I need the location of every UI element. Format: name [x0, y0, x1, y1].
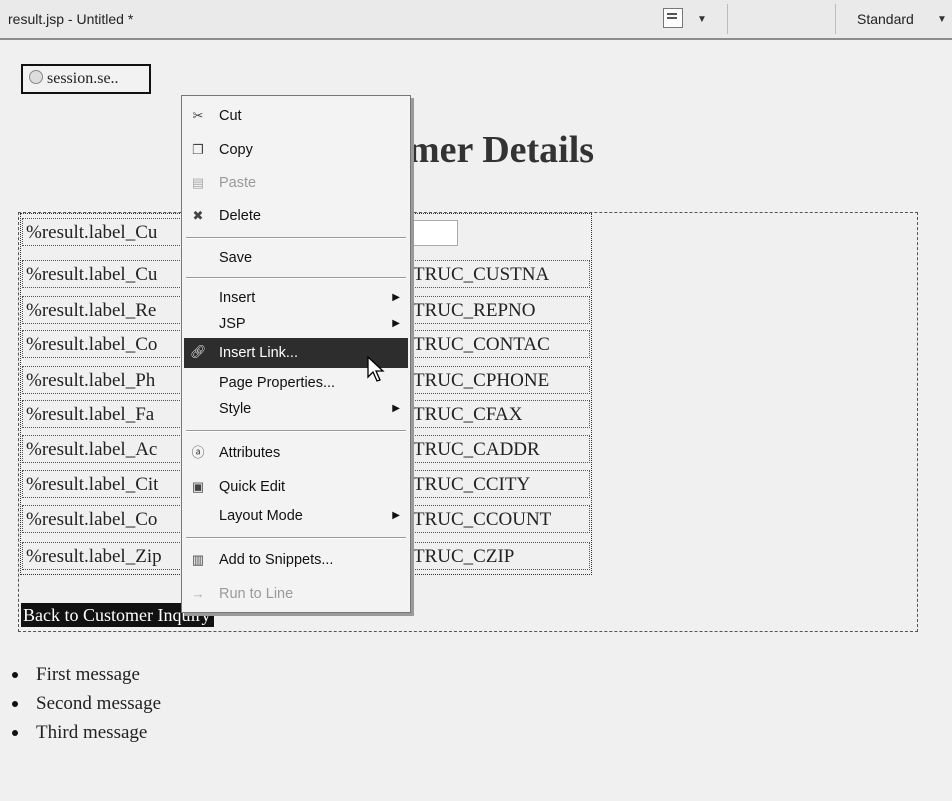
delete-icon: ✖	[192, 208, 204, 223]
view-mode-dropdown[interactable]: Standard	[857, 11, 914, 27]
submenu-arrow-icon: ▶	[392, 292, 400, 303]
list-item: Second message	[12, 689, 161, 718]
menu-item-run-to-line[interactable]: → Run to Line	[184, 580, 408, 608]
chevron-down-icon[interactable]: ▼	[697, 14, 707, 25]
submenu-arrow-icon: ▶	[392, 318, 400, 329]
submenu-arrow-icon: ▶	[392, 403, 400, 414]
menu-item-insert[interactable]: Insert ▶	[184, 284, 408, 312]
menu-item-cut[interactable]: ✂ Cut	[184, 102, 408, 130]
menu-separator	[186, 430, 406, 432]
mouse-pointer-icon	[367, 356, 385, 382]
link-icon: 🔗︎	[190, 344, 207, 359]
paste-icon: ▤	[191, 175, 205, 190]
toolbar-separator	[835, 4, 836, 34]
toolbar-separator	[727, 4, 728, 34]
page-icon[interactable]	[663, 8, 683, 28]
menu-item-copy[interactable]: ❐ Copy	[184, 136, 408, 164]
quick-edit-icon: ▣	[191, 479, 205, 494]
message-list: First message Second message Third messa…	[12, 660, 161, 747]
editor-tab-bar: result.jsp - Untitled * ▼ Standard ▼	[0, 0, 952, 40]
row-value[interactable]: TRUC_CADDR	[408, 435, 590, 463]
menu-item-style[interactable]: Style ▶	[184, 395, 408, 423]
bullet-icon	[12, 672, 18, 678]
row-value[interactable]: TRUC_CONTAC	[408, 330, 590, 358]
menu-item-delete[interactable]: ✖ Delete	[184, 202, 408, 230]
row-value[interactable]: TRUC_CCOUNT	[408, 505, 590, 533]
row-label[interactable]: %result.label_Zip	[22, 542, 192, 570]
row-value[interactable]: TRUC_CPHONE	[408, 366, 590, 394]
menu-item-save[interactable]: Save	[184, 244, 408, 272]
bullet-icon	[12, 701, 18, 707]
menu-item-layout-mode[interactable]: Layout Mode ▶	[184, 502, 408, 530]
menu-item-paste[interactable]: ▤ Paste	[184, 169, 408, 197]
row-label[interactable]: %result.label_Cu	[22, 260, 192, 288]
attributes-icon: ⓐ	[191, 445, 205, 460]
row-value[interactable]: TRUC_CZIP	[408, 542, 590, 570]
context-menu: ✂ Cut ❐ Copy ▤ Paste ✖ Delete Save Inser…	[181, 95, 411, 613]
row-label[interactable]: %result.label_Ph	[22, 366, 192, 394]
row-label[interactable]: %result.label_Re	[22, 296, 192, 324]
row-label[interactable]: %result.label_Cit	[22, 470, 192, 498]
row-value[interactable]: TRUC_CUSTNA	[408, 260, 590, 288]
menu-separator	[186, 277, 406, 279]
menu-item-quick-edit[interactable]: ▣ Quick Edit	[184, 473, 408, 501]
row-value[interactable]: TRUC_REPNO	[408, 296, 590, 324]
session-tag-label: session.se..	[47, 70, 119, 87]
snippets-icon: ▥	[191, 552, 205, 567]
row-label[interactable]: %result.label_Cu	[22, 218, 192, 246]
customer-number-input[interactable]	[408, 220, 458, 246]
gear-icon	[29, 70, 43, 84]
menu-separator	[186, 237, 406, 239]
message-text: First message	[36, 664, 140, 685]
row-label[interactable]: %result.label_Ac	[22, 435, 192, 463]
bullet-icon	[12, 730, 18, 736]
row-label[interactable]: %result.label_Fa	[22, 400, 192, 428]
row-value[interactable]: TRUC_CFAX	[408, 400, 590, 428]
copy-icon: ❐	[192, 142, 204, 157]
row-value[interactable]: TRUC_CCITY	[408, 470, 590, 498]
submenu-arrow-icon: ▶	[392, 510, 400, 521]
page-heading: mer Details	[408, 129, 595, 171]
list-item: Third message	[12, 718, 161, 747]
message-text: Second message	[36, 693, 162, 714]
message-text: Third message	[36, 722, 148, 743]
menu-item-jsp[interactable]: JSP ▶	[184, 310, 408, 338]
menu-separator	[186, 537, 406, 539]
chevron-down-icon[interactable]: ▼	[937, 14, 947, 25]
menu-item-add-to-snippets[interactable]: ▥ Add to Snippets...	[184, 546, 408, 574]
menu-item-attributes[interactable]: ⓐ Attributes	[184, 439, 408, 467]
editor-title[interactable]: result.jsp - Untitled *	[8, 11, 133, 27]
run-to-line-icon: →	[191, 586, 205, 601]
row-label[interactable]: %result.label_Co	[22, 505, 192, 533]
session-tag[interactable]: session.se..	[21, 64, 151, 94]
scissors-icon: ✂	[192, 108, 204, 123]
row-label[interactable]: %result.label_Co	[22, 330, 192, 358]
list-item: First message	[12, 660, 161, 689]
